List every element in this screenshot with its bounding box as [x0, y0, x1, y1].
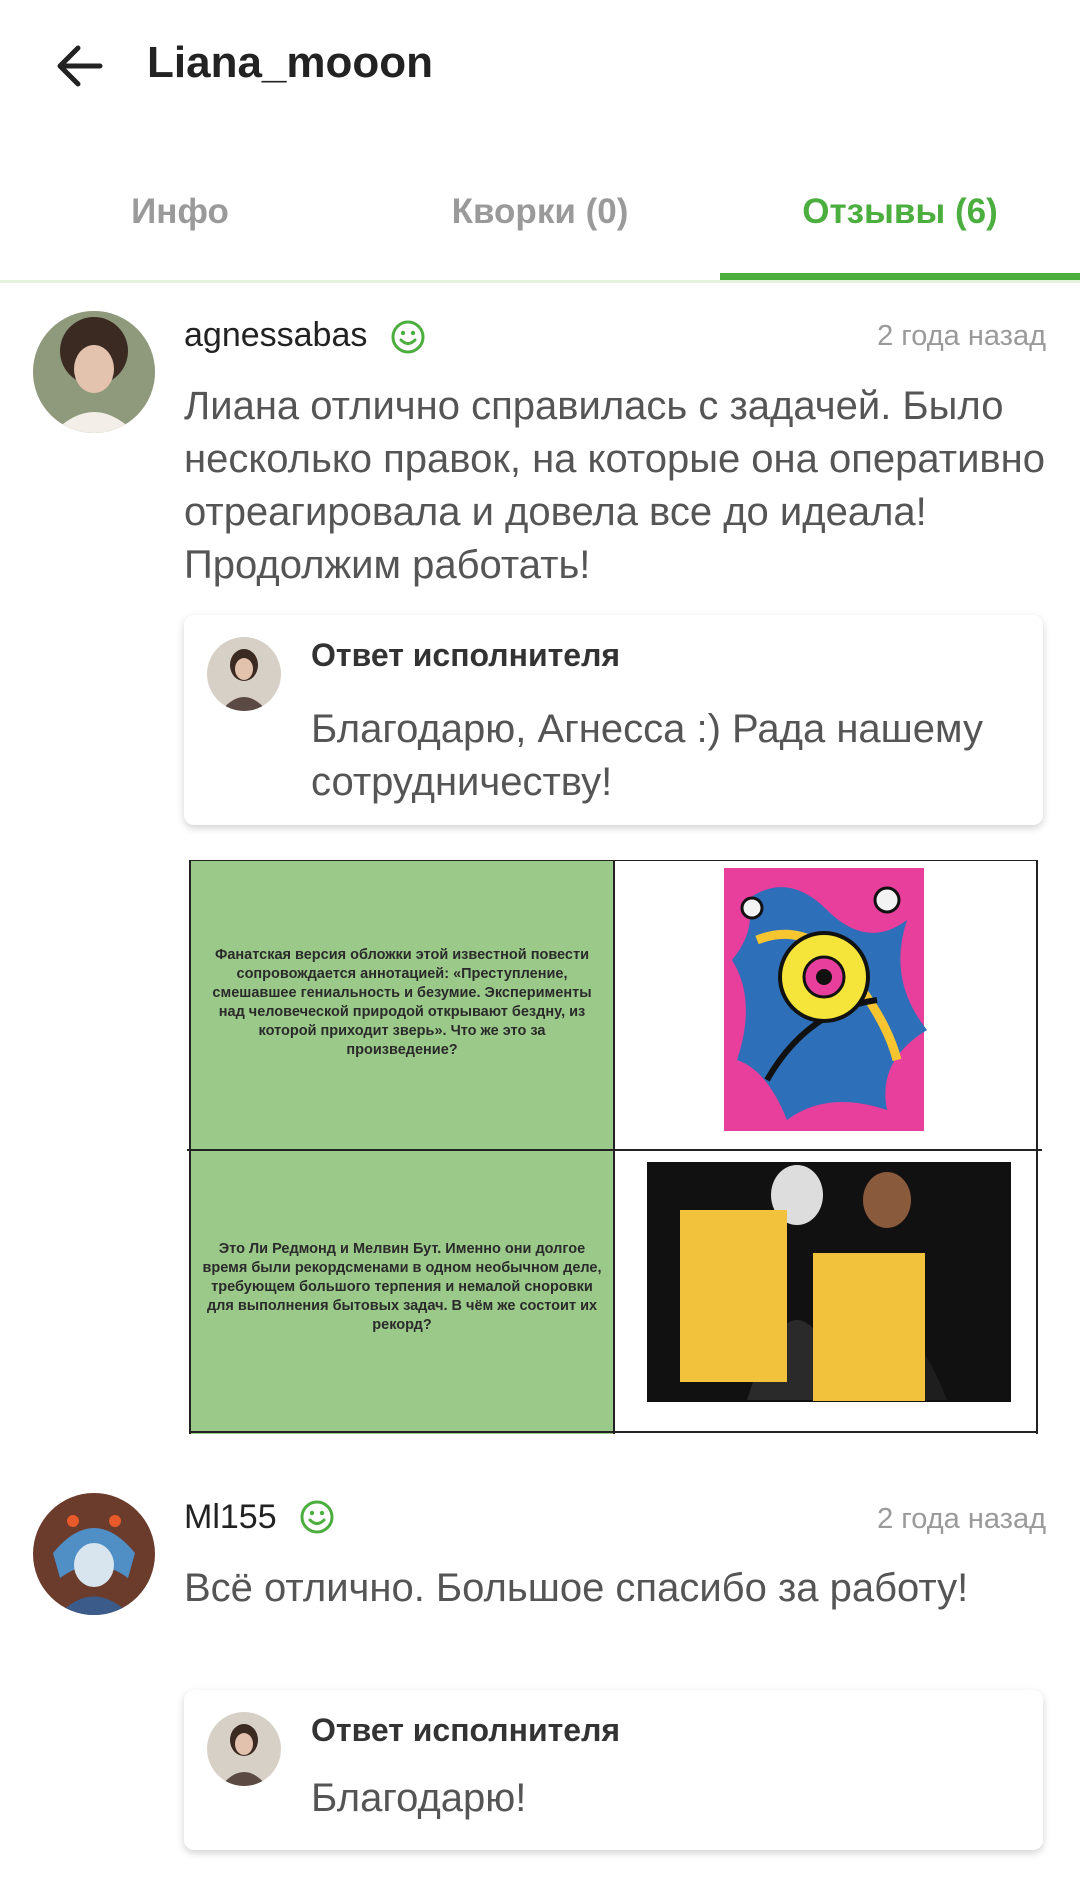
reply-text: Благодарю! — [311, 1776, 527, 1820]
reply-title: Ответ исполнителя — [311, 637, 621, 673]
seller-reply: Ответ исполнителя Благодарю! — [184, 1690, 1043, 1850]
review-text: Лиана отлично справилась с задачей. Было… — [184, 384, 1046, 587]
attachment-image[interactable]: Фанатская версия обложки этой известной … — [187, 860, 1042, 1434]
review-username[interactable]: agnessabas — [184, 316, 367, 355]
arrow-left-icon[interactable] — [50, 36, 110, 96]
page-title: Liana_mooon — [147, 38, 434, 87]
header: Liana_mooon — [0, 0, 1080, 140]
reply-title: Ответ исполнителя — [311, 1712, 621, 1748]
review-date: 2 года назад — [877, 320, 1046, 352]
smile-icon — [300, 1500, 334, 1534]
photo-illustration — [647, 1162, 1011, 1402]
tab-info[interactable]: Инфо — [90, 192, 270, 232]
seller-reply: Ответ исполнителя Благодарю, Агнесса :) … — [184, 615, 1043, 825]
smile-icon — [391, 320, 425, 354]
poster-illustration — [724, 868, 927, 1131]
avatar[interactable] — [33, 311, 155, 433]
tab-kworks[interactable]: Кворки (0) — [420, 192, 660, 232]
reply-avatar — [207, 1712, 281, 1786]
question-text-1: Фанатская версия обложки этой известной … — [212, 947, 592, 1058]
question-text-2: Это Ли Редмонд и Мелвин Бут. Именно они … — [202, 1241, 602, 1333]
tab-reviews[interactable]: Отзывы (6) — [770, 192, 1030, 232]
review-text: Всё отлично. Большое спасибо за работу! — [184, 1566, 969, 1610]
tab-bar: Инфо Кворки (0) Отзывы (6) — [0, 170, 1080, 283]
avatar[interactable] — [33, 1493, 155, 1615]
reply-text: Благодарю, Агнесса :) Рада нашему сотруд… — [311, 707, 983, 804]
review-username[interactable]: Ml155 — [184, 1498, 277, 1537]
review-date: 2 года назад — [877, 1503, 1046, 1535]
active-tab-indicator — [720, 273, 1080, 280]
reply-avatar — [207, 637, 281, 711]
